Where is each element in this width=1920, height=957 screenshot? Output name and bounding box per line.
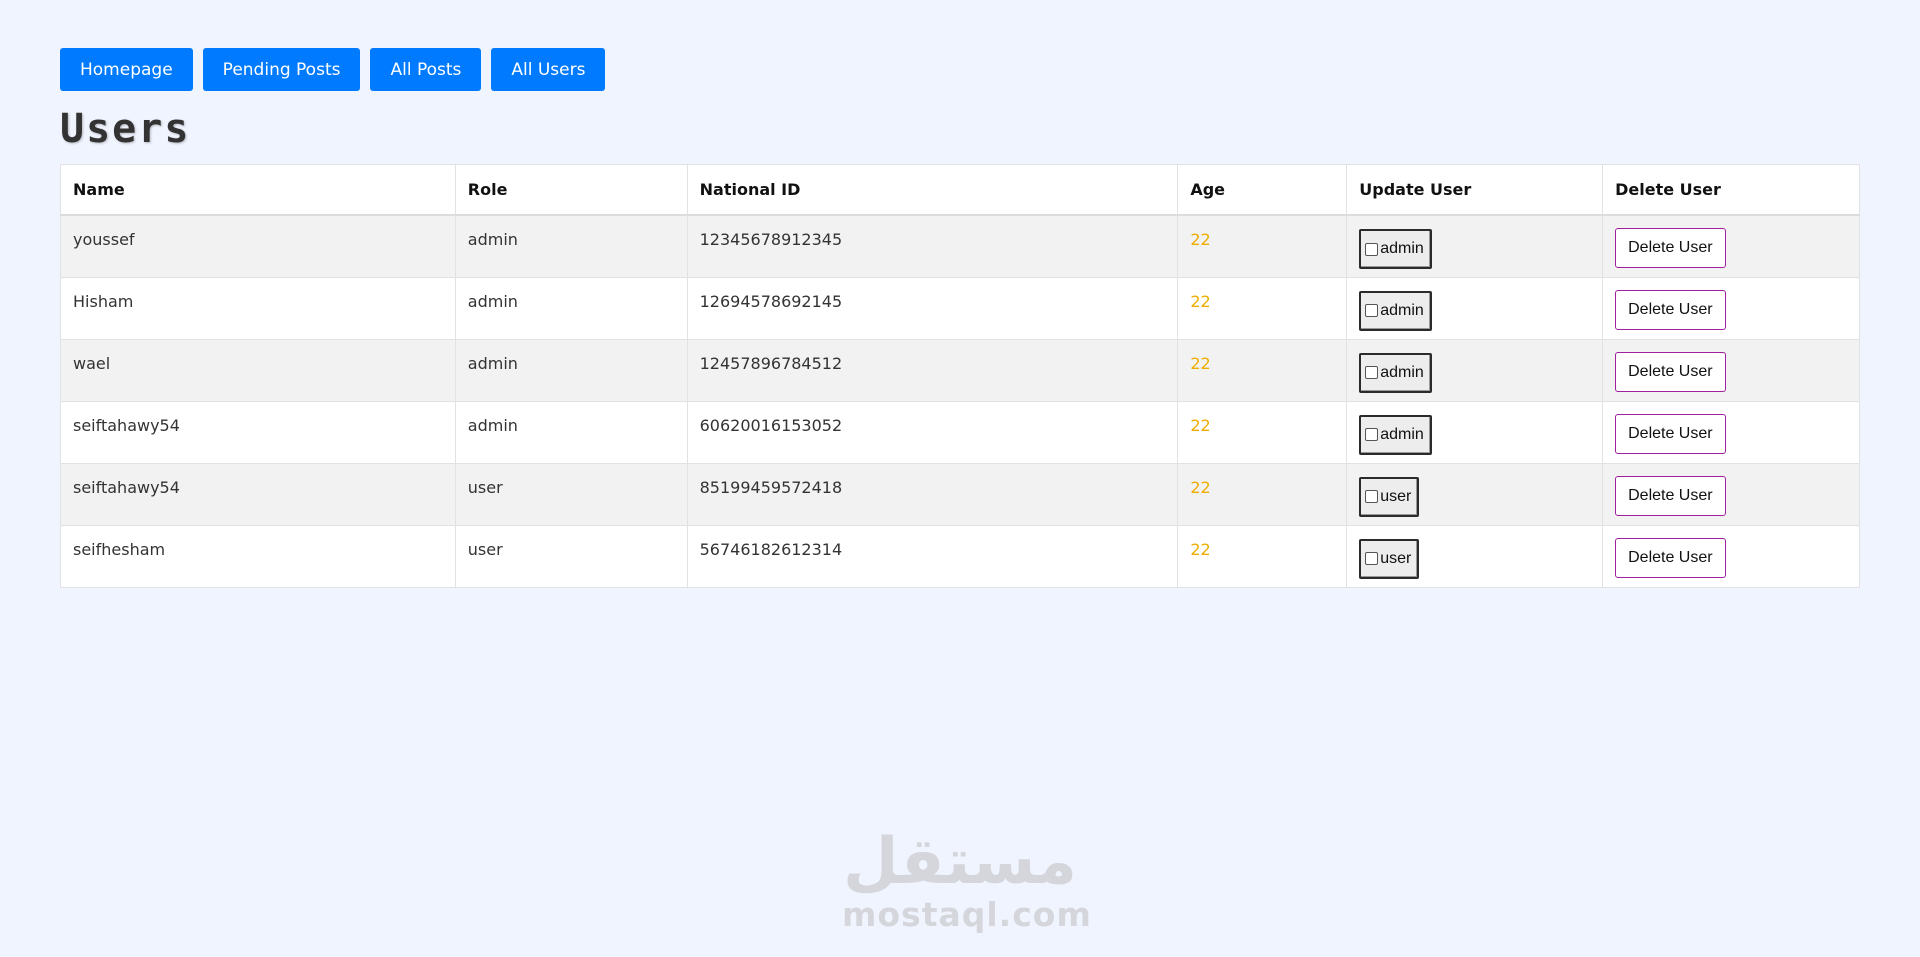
pending-posts-button[interactable]: Pending Posts <box>202 48 361 91</box>
delete-user-cell: Delete User <box>1602 214 1860 278</box>
table-row: wael admin 12457896784512 22 admin Delet… <box>60 338 1860 402</box>
update-role-button[interactable]: admin <box>1359 229 1432 269</box>
update-user-cell: admin <box>1346 214 1604 278</box>
role-checkbox[interactable] <box>1365 490 1379 503</box>
user-national-id-cell: 60620016153052 <box>686 400 1179 464</box>
user-role-cell: admin <box>454 400 688 464</box>
update-user-cell: admin <box>1346 338 1604 402</box>
role-toggle-label: admin <box>1380 301 1424 319</box>
user-age-cell: 22 <box>1177 462 1348 526</box>
user-name-cell: seiftahawy54 <box>60 400 456 464</box>
user-age-cell: 22 <box>1177 276 1348 340</box>
delete-user-button[interactable]: Delete User <box>1615 537 1726 578</box>
table-row: seiftahawy54 user 85199459572418 22 user… <box>60 462 1860 526</box>
user-name-cell: youssef <box>60 214 456 278</box>
update-role-button[interactable]: admin <box>1359 352 1432 393</box>
user-national-id-cell: 56746182612314 <box>686 524 1179 588</box>
users-table: Name Role National ID Age Update User De… <box>60 164 1860 588</box>
delete-user-button[interactable]: Delete User <box>1615 413 1726 454</box>
user-national-id-cell: 12345678912345 <box>686 214 1179 278</box>
delete-user-cell: Delete User <box>1602 462 1860 526</box>
top-navigation: Homepage Pending Posts All Posts All Use… <box>60 48 606 91</box>
user-age-cell: 22 <box>1177 400 1348 464</box>
user-role-cell: admin <box>454 214 688 278</box>
table-row: seifhesham user 56746182612314 22 user D… <box>60 524 1860 588</box>
role-checkbox[interactable] <box>1365 366 1379 379</box>
delete-user-cell: Delete User <box>1602 400 1860 464</box>
user-role-cell: admin <box>454 338 688 402</box>
user-role-cell: user <box>454 524 688 588</box>
table-row: youssef admin 12345678912345 22 admin De… <box>60 214 1860 278</box>
user-role-cell: user <box>454 462 688 526</box>
column-header-delete-user: Delete User <box>1602 164 1860 216</box>
user-age-cell: 22 <box>1177 338 1348 402</box>
column-header-age: Age <box>1177 164 1348 216</box>
column-header-national-id: National ID <box>686 164 1179 216</box>
delete-user-button[interactable]: Delete User <box>1615 228 1726 268</box>
all-users-button[interactable]: All Users <box>491 48 606 91</box>
role-toggle-label: admin <box>1380 363 1424 381</box>
mostaql-watermark: مستقل mostaql.com <box>842 825 1092 934</box>
user-name-cell: seifhesham <box>60 524 456 588</box>
all-posts-button[interactable]: All Posts <box>370 48 482 91</box>
role-toggle-label: user <box>1380 487 1412 505</box>
user-name-cell: Hisham <box>60 276 456 340</box>
update-user-cell: admin <box>1346 276 1604 340</box>
user-name-cell: wael <box>60 338 456 402</box>
update-user-cell: user <box>1346 524 1604 588</box>
role-toggle-label: admin <box>1380 425 1424 443</box>
update-role-button[interactable]: user <box>1359 476 1420 517</box>
update-user-cell: user <box>1346 462 1604 526</box>
update-role-button[interactable]: admin <box>1359 414 1432 455</box>
delete-user-cell: Delete User <box>1602 276 1860 340</box>
update-role-button[interactable]: user <box>1359 538 1420 579</box>
role-checkbox[interactable] <box>1365 428 1379 441</box>
update-role-button[interactable]: admin <box>1359 290 1432 331</box>
user-name-cell: seiftahawy54 <box>60 462 456 526</box>
role-checkbox[interactable] <box>1365 304 1379 317</box>
user-national-id-cell: 12457896784512 <box>686 338 1179 402</box>
user-role-cell: admin <box>454 276 688 340</box>
watermark-logo: مستقل <box>842 825 1078 899</box>
column-header-update-user: Update User <box>1346 164 1604 216</box>
update-user-cell: admin <box>1346 400 1604 464</box>
table-header-row: Name Role National ID Age Update User De… <box>60 164 1860 216</box>
delete-user-cell: Delete User <box>1602 338 1860 402</box>
user-national-id-cell: 12694578692145 <box>686 276 1179 340</box>
page-title: Users <box>60 106 191 152</box>
user-national-id-cell: 85199459572418 <box>686 462 1179 526</box>
delete-user-button[interactable]: Delete User <box>1615 289 1726 330</box>
table-row: seiftahawy54 admin 60620016153052 22 adm… <box>60 400 1860 464</box>
homepage-button[interactable]: Homepage <box>60 48 193 91</box>
table-row: Hisham admin 12694578692145 22 admin Del… <box>60 276 1860 340</box>
role-checkbox[interactable] <box>1365 552 1379 565</box>
user-age-cell: 22 <box>1177 524 1348 588</box>
watermark-site-text: mostaql.com <box>842 895 1092 934</box>
delete-user-button[interactable]: Delete User <box>1615 351 1726 392</box>
role-checkbox[interactable] <box>1365 242 1379 256</box>
user-age-cell: 22 <box>1177 214 1348 278</box>
role-toggle-label: admin <box>1380 240 1424 257</box>
role-toggle-label: user <box>1380 549 1412 567</box>
delete-user-button[interactable]: Delete User <box>1615 475 1726 516</box>
column-header-name: Name <box>60 164 456 216</box>
delete-user-cell: Delete User <box>1602 524 1860 588</box>
column-header-role: Role <box>454 164 688 216</box>
